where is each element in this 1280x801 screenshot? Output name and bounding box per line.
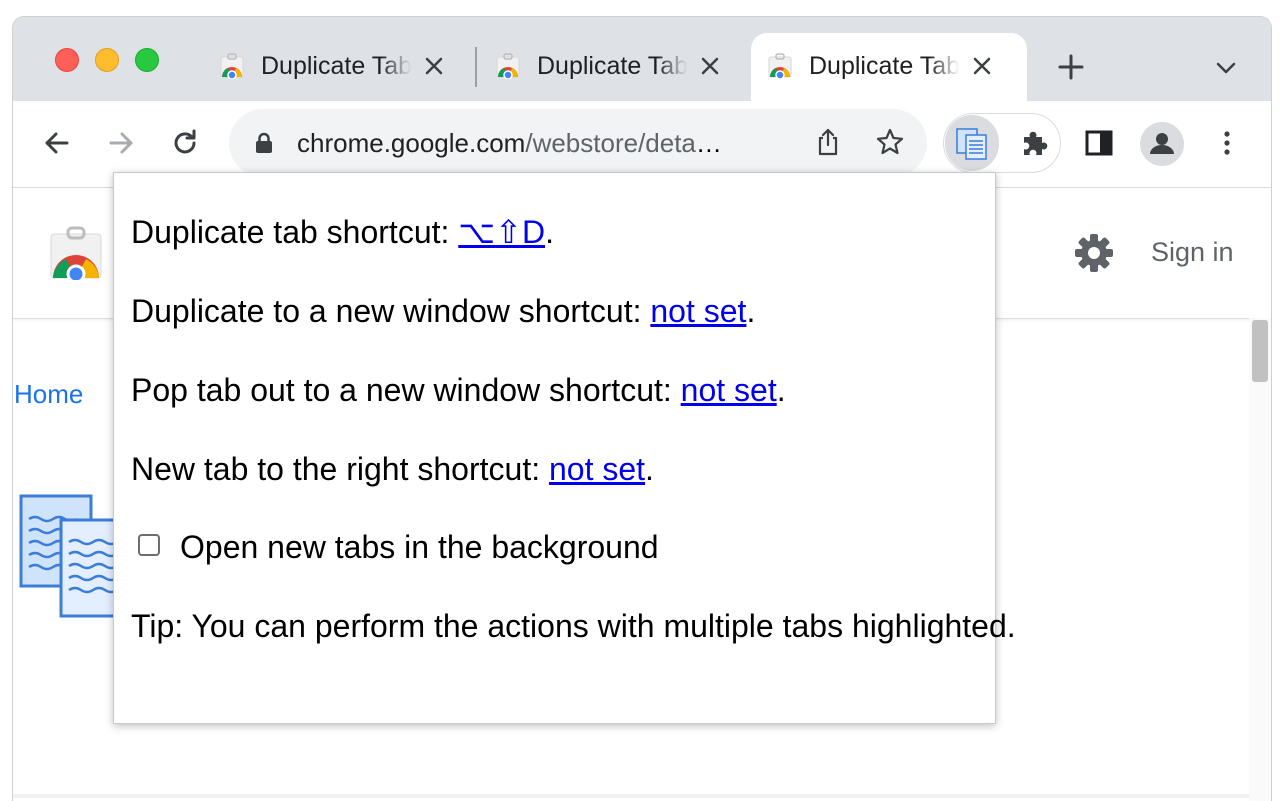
url-path: /webstore/detai… bbox=[525, 128, 727, 158]
close-icon[interactable] bbox=[697, 53, 723, 79]
arrow-left-icon[interactable] bbox=[41, 127, 73, 159]
home-breadcrumb-link[interactable]: Home bbox=[14, 378, 83, 410]
chevron-down-icon[interactable] bbox=[1213, 55, 1239, 81]
period: . bbox=[746, 293, 756, 329]
pop-tab-out-shortcut-link[interactable]: not set bbox=[681, 372, 777, 408]
kebab-menu-icon[interactable] bbox=[1211, 127, 1243, 159]
tab-separator bbox=[475, 47, 477, 87]
period: . bbox=[645, 451, 654, 487]
tab-3-active[interactable]: Duplicate Tab bbox=[751, 33, 1027, 101]
duplicate-tab-icon[interactable] bbox=[955, 127, 989, 161]
reload-icon[interactable] bbox=[169, 127, 201, 159]
webstore-favicon-icon bbox=[768, 53, 792, 79]
url-text[interactable]: chrome.google.com/webstore/detai… bbox=[297, 126, 727, 160]
minimize-window-button[interactable] bbox=[95, 48, 119, 72]
zoom-window-button[interactable] bbox=[135, 48, 159, 72]
webstore-favicon-icon bbox=[496, 53, 520, 79]
new-tab-right-shortcut-row: New tab to the right shortcut: not set. bbox=[131, 448, 654, 490]
lock-icon[interactable] bbox=[253, 132, 275, 154]
arrow-right-icon[interactable] bbox=[105, 127, 137, 159]
address-bar[interactable]: chrome.google.com/webstore/detai… bbox=[229, 109, 927, 177]
close-icon[interactable] bbox=[969, 53, 995, 79]
star-icon[interactable] bbox=[875, 127, 905, 157]
pop-tab-out-shortcut-row: Pop tab out to a new window shortcut: no… bbox=[131, 369, 786, 411]
background-tabs-label[interactable]: Open new tabs in the background bbox=[180, 526, 659, 568]
tip-text: Tip: You can perform the actions with mu… bbox=[131, 608, 1016, 644]
new-window-shortcut-row: Duplicate to a new window shortcut: not … bbox=[131, 290, 755, 332]
side-panel-icon[interactable] bbox=[1083, 127, 1115, 159]
tab-2[interactable]: Duplicate Tab bbox=[479, 33, 755, 101]
url-host: chrome.google.com bbox=[297, 128, 526, 158]
new-window-shortcut-link[interactable]: not set bbox=[650, 293, 746, 329]
close-window-button[interactable] bbox=[55, 48, 79, 72]
scrollbar-thumb[interactable] bbox=[1252, 320, 1268, 382]
tab-title: Duplicate Tab bbox=[809, 52, 959, 80]
duplicate-tab-shortcut-row: Duplicate tab shortcut: ⌥⇧D. bbox=[131, 211, 554, 253]
duplicate-tab-shortcut-link[interactable]: ⌥⇧D bbox=[458, 214, 545, 250]
avatar-icon[interactable] bbox=[1139, 121, 1185, 167]
shortcut-label: Duplicate to a new window shortcut: bbox=[131, 293, 651, 329]
sign-in-link[interactable]: Sign in bbox=[1151, 232, 1234, 272]
puzzle-icon[interactable] bbox=[1019, 127, 1051, 159]
tab-1[interactable]: Duplicate Tab bbox=[203, 33, 479, 101]
shortcut-label: Pop tab out to a new window shortcut: bbox=[131, 372, 681, 408]
share-icon[interactable] bbox=[813, 127, 843, 157]
tab-strip: Duplicate Tab Duplicate Tab Duplicate Ta… bbox=[13, 17, 1271, 101]
shortcut-label: Duplicate tab shortcut: bbox=[131, 214, 459, 250]
webstore-logo-icon[interactable] bbox=[49, 226, 103, 280]
period: . bbox=[776, 372, 786, 408]
scrollbar-track[interactable] bbox=[1249, 318, 1271, 801]
new-tab-plus-icon[interactable] bbox=[1057, 53, 1085, 81]
tab-title: Duplicate Tab bbox=[261, 52, 411, 80]
close-icon[interactable] bbox=[421, 53, 447, 79]
period: . bbox=[545, 214, 554, 250]
webstore-favicon-icon bbox=[220, 53, 244, 79]
new-tab-right-shortcut-link[interactable]: not set bbox=[549, 451, 645, 487]
gear-icon[interactable] bbox=[1073, 232, 1115, 274]
tab-title: Duplicate Tab bbox=[537, 52, 687, 80]
background-tabs-checkbox[interactable] bbox=[138, 534, 160, 556]
shortcut-label: New tab to the right shortcut: bbox=[131, 451, 549, 487]
divider bbox=[13, 794, 1249, 798]
extension-popup: Duplicate tab shortcut: ⌥⇧D. Duplicate t… bbox=[113, 172, 1016, 724]
